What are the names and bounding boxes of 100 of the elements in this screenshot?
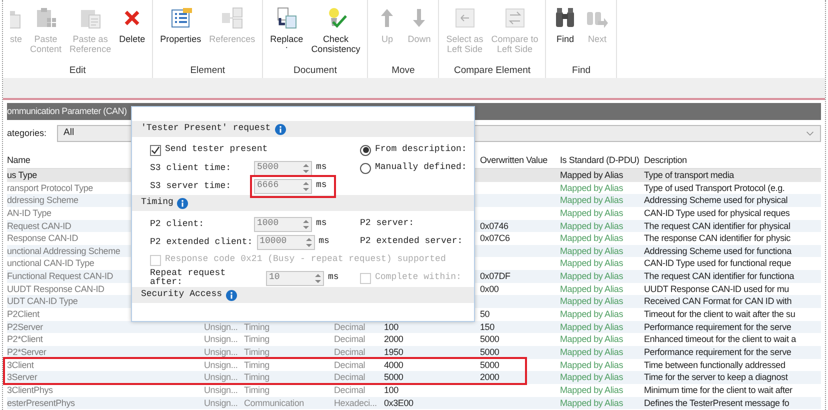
table-cell: Timing — [244, 346, 270, 359]
table-cell: 0x3E00 — [384, 396, 414, 410]
table-cell: Mapped by Alias — [560, 371, 624, 384]
table-cell: Decimal — [334, 371, 366, 384]
unit-label: ms — [316, 161, 327, 174]
table-cell: Mapped by Alias — [560, 182, 624, 194]
field-label: S3 client time: — [150, 164, 232, 172]
table-cell: Mapped by Alias — [560, 282, 624, 296]
table-cell: 50 — [480, 308, 490, 321]
table-cell: Request CAN-ID — [7, 220, 72, 232]
table-cell: Decimal — [334, 384, 366, 397]
group-label: Compare Element — [452, 64, 532, 78]
table-cell: esterPresentPhys — [7, 396, 75, 410]
table-cell: UDT CAN-ID Type — [7, 295, 78, 308]
checkbox-label: Response code 0x21 (Busy - repeat request) supported — [165, 253, 446, 266]
table-cell: Mapped by Alias — [560, 220, 624, 232]
dropdown-dot-icon: · — [285, 44, 288, 52]
table-cell: 3Server — [7, 371, 38, 384]
table-cell: UUDT Response CAN-ID used for mu — [644, 282, 789, 296]
checkbox-label: Complete within: — [375, 271, 462, 284]
table-cell: Timing — [244, 358, 270, 372]
table-cell: Addressing Scheme used for physical — [644, 194, 788, 207]
group-label: Edit — [68, 64, 87, 78]
table-cell: Mapped by Alias — [560, 396, 624, 410]
table-cell: 4000 — [384, 358, 404, 372]
section-title: 'Tester Present' request — [141, 122, 271, 136]
table-cell: 1950 — [384, 346, 404, 359]
unit-label: ms — [318, 235, 330, 248]
table-cell: Defines the TesterPresent message fo — [644, 396, 790, 410]
table-cell: The response CAN identifier for physic — [644, 232, 790, 245]
field-label: Repeat request after: — [150, 269, 227, 287]
group-label: Find — [571, 64, 592, 78]
table-cell: Mapped by Alias — [560, 169, 624, 182]
table-cell: 3Client — [7, 358, 34, 372]
categories-label: ategories: — [7, 126, 47, 140]
field-label: P2 client: — [150, 220, 206, 228]
panel-title: ommunication Parameter (CAN) — [7, 106, 127, 116]
table-cell: 3ClientPhys — [7, 384, 53, 397]
section-title: Timing — [141, 196, 174, 210]
table-cell: Mapped by Alias — [560, 333, 624, 346]
table-cell: unctional CAN-ID Type — [7, 257, 94, 270]
table-cell: Mapped by Alias — [560, 232, 624, 245]
unit-label: ms — [316, 179, 327, 192]
table-cell: CAN-ID Type used for functional reque — [644, 257, 792, 270]
radio-label: From description: — [375, 143, 467, 156]
table-cell: Addressing Scheme used for functiona — [644, 244, 792, 258]
table-cell: 100 — [384, 320, 398, 334]
table-cell: UUDT Response CAN-ID — [7, 282, 104, 296]
table-cell: 0x07C6 — [480, 232, 510, 245]
table-cell: Time for the server to keep a diagnost — [644, 371, 788, 384]
table-cell: 5000 — [480, 346, 500, 359]
table-cell: Type of transport media — [644, 169, 734, 182]
table-cell: Decimal — [334, 346, 366, 359]
table-cell: Unsign... — [204, 371, 238, 384]
table-cell: Mapped by Alias — [560, 384, 624, 397]
checkbox-label: Send tester present — [165, 143, 268, 156]
table-cell: ransport Protocol Type — [7, 182, 93, 194]
table-cell: Decimal — [334, 320, 366, 334]
table-cell: Type of used Transport Protocol (e.g. — [644, 182, 785, 194]
table-cell: AN-ID Type — [7, 206, 52, 220]
table-cell: Unsign... — [204, 320, 238, 334]
table-cell: 2000 — [480, 371, 500, 384]
table-cell: P2Server — [7, 320, 43, 334]
table-cell: Unsign... — [204, 333, 238, 346]
table-cell: us Type — [7, 169, 37, 182]
unit-label: ms — [316, 217, 327, 230]
table-cell: Unsign... — [204, 396, 238, 410]
field-label: P2 extended server: — [360, 235, 463, 248]
table-cell: unctional Addressing Scheme — [7, 244, 120, 258]
table-cell: Timing — [244, 384, 270, 397]
table-cell: 5000 — [384, 371, 404, 384]
table-cell: Decimal — [334, 333, 366, 346]
table-cell: Mapped by Alias — [560, 244, 624, 258]
table-cell: Mapped by Alias — [560, 257, 624, 270]
table-cell: Minimum time for the client to wait after — [644, 384, 792, 397]
table-cell: The request CAN identifier for functiona — [644, 270, 794, 283]
table-cell: 2000 — [384, 333, 404, 346]
table-cell: Mapped by Alias — [560, 295, 624, 308]
table-cell: Mapped by Alias — [560, 320, 624, 334]
table-cell: Mapped by Alias — [560, 308, 624, 321]
table-cell: P2*Client — [7, 333, 43, 346]
table-cell: Mapped by Alias — [560, 206, 624, 220]
table-cell: Mapped by Alias — [560, 358, 624, 372]
group-label: Element — [189, 64, 226, 78]
field-label: P2 extended client: — [150, 238, 253, 246]
table-cell: Unsign... — [204, 346, 238, 359]
table-cell: Received CAN Format for CAN ID with — [644, 295, 792, 308]
table-cell: P2*Server — [7, 346, 46, 359]
table-cell: Mapped by Alias — [560, 346, 624, 359]
table-cell: Unsign... — [204, 358, 238, 372]
table-cell: 0x0746 — [480, 220, 508, 232]
table-cell: 5000 — [480, 358, 500, 372]
section-title: Security Access — [141, 288, 222, 302]
table-cell: CAN-ID Type used for physical reques — [644, 206, 790, 220]
table-cell: Timeout for the client to wait after the su — [644, 308, 796, 321]
table-cell: Hexadeci... — [334, 396, 377, 410]
table-cell: Mapped by Alias — [560, 194, 624, 207]
table-cell: Unsign... — [204, 384, 238, 397]
radio-label: Manually defined: — [375, 161, 467, 174]
table-cell: Performance requirement for the serve — [644, 346, 792, 359]
